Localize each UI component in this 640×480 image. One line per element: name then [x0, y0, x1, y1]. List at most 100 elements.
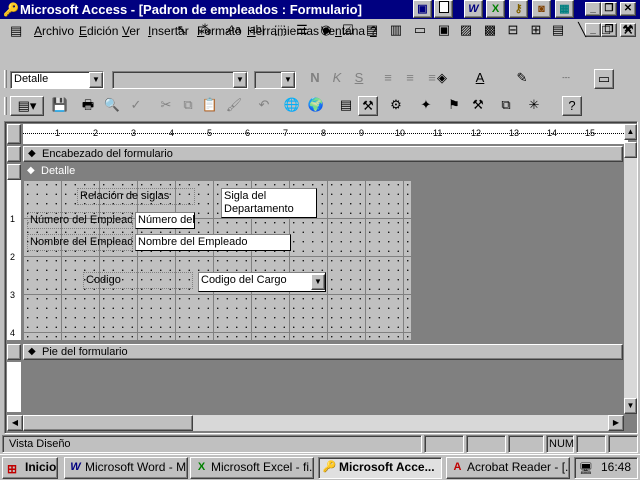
save-icon[interactable]: 💾 — [50, 96, 70, 116]
rectangle-tool-icon[interactable]: □ — [596, 21, 616, 41]
spelling-icon[interactable]: ✓ — [126, 96, 146, 116]
size-combo[interactable]: ▼ — [254, 71, 296, 89]
italic-icon[interactable]: K — [327, 69, 347, 89]
detail-selector[interactable] — [7, 164, 21, 180]
menu-archivo[interactable]: Archivo — [34, 24, 74, 38]
header-selector[interactable] — [7, 146, 21, 162]
relacion-label[interactable]: Relación de siglas — [77, 188, 195, 205]
menu-edicion[interactable]: Edición — [79, 24, 118, 38]
new-object-icon[interactable]: ✳ — [524, 96, 544, 116]
clock[interactable]: 16:48 — [601, 460, 631, 474]
select-objects-icon[interactable]: ↖ — [172, 21, 192, 41]
form-header-section[interactable]: ◆ Encabezado del formulario — [23, 146, 623, 162]
excel-shortcut-icon[interactable]: X — [486, 0, 505, 18]
binder-shortcut-icon[interactable]: ◙ — [532, 0, 551, 18]
build-icon[interactable]: ⚒ — [468, 96, 488, 116]
line-color-icon[interactable]: ✎ — [512, 69, 532, 89]
scroll-right-button[interactable]: ▶ — [608, 415, 624, 431]
task-acrobat[interactable]: A Acrobat Reader - [... — [446, 457, 570, 479]
align-left-icon[interactable]: ≡ — [378, 69, 398, 89]
footer-selector[interactable] — [7, 344, 21, 360]
access-shortcut-icon[interactable]: ⚷ — [509, 0, 528, 18]
word-shortcut-icon[interactable]: W — [464, 0, 483, 18]
app-minimize-button[interactable]: _ — [585, 2, 601, 16]
sigla-departamento-field[interactable]: Sigla del Departamento — [221, 188, 317, 218]
checkbox-tool-icon[interactable]: ☑ — [338, 21, 358, 41]
app-close-button[interactable]: ✕ — [620, 2, 636, 16]
toggle-button-icon[interactable]: ☰ — [292, 21, 312, 41]
task-access[interactable]: 🔑 Microsoft Acce... — [318, 457, 442, 479]
object-combo[interactable]: Detalle ▼ — [10, 71, 104, 89]
page-break-icon[interactable]: ⊟ — [503, 21, 523, 41]
detail-grid[interactable]: Relación de siglas Sigla del Departament… — [23, 180, 411, 340]
tab-control-icon[interactable]: ⊞ — [526, 21, 546, 41]
bound-object-icon[interactable]: ▩ — [480, 21, 500, 41]
textbox-tool-icon[interactable]: ab| — [247, 21, 267, 41]
schedule-shortcut-icon[interactable]: ▦ — [555, 0, 574, 18]
start-button[interactable]: ⊞ Inicio — [2, 457, 58, 479]
command-button-icon[interactable]: ▭ — [410, 21, 430, 41]
field-list-icon[interactable]: ▤ — [336, 96, 356, 116]
option-group-icon[interactable]: ⬚ — [270, 21, 290, 41]
undo-icon[interactable]: ↶ — [254, 96, 274, 116]
line-tool-icon[interactable]: ╲ — [572, 21, 592, 41]
toolbox-icon[interactable]: ⚒ — [358, 96, 378, 116]
font-combo[interactable]: ▼ — [112, 71, 248, 89]
format-painter-icon[interactable]: 🖌 — [224, 96, 244, 116]
title-bar[interactable]: 🔑 Microsoft Access - [Padron de empleado… — [0, 0, 640, 19]
detail-section[interactable]: ◆ Detalle — [23, 164, 623, 180]
scroll-down-button[interactable]: ▼ — [624, 398, 637, 414]
print-icon[interactable]: 🖶 — [78, 96, 98, 116]
subform-icon[interactable]: ▤ — [548, 21, 568, 41]
scroll-thumb[interactable] — [624, 142, 637, 158]
chevron-down-icon[interactable]: ▼ — [233, 72, 247, 88]
numero-empleado-field[interactable]: Número del — [135, 212, 195, 229]
scroll-left-button[interactable]: ◀ — [7, 415, 23, 431]
toolbar-grip[interactable] — [4, 70, 7, 88]
nombre-empleado-field[interactable]: Nombre del Empleado — [135, 234, 291, 251]
insert-hyperlink-icon[interactable]: 🌐 — [282, 96, 302, 116]
task-word[interactable]: W Microsoft Word - M... — [64, 457, 188, 479]
fill-color-icon[interactable]: ◈ — [432, 69, 452, 89]
office-bar-icon-2[interactable] — [434, 0, 453, 18]
task-excel[interactable]: X Microsoft Excel - fi... — [190, 457, 314, 479]
menu-ver[interactable]: Ver — [122, 24, 140, 38]
numero-empleado-label[interactable]: Número del Empleado — [27, 212, 133, 229]
combobox-tool-icon[interactable]: ▤ — [362, 21, 382, 41]
codigo-label[interactable]: Codigo — [83, 272, 193, 289]
view-button[interactable]: ▤▾ — [10, 96, 44, 116]
font-color-icon[interactable]: A — [470, 69, 490, 89]
toolbar-grip[interactable] — [4, 97, 7, 115]
help-icon[interactable]: ? — [562, 96, 582, 116]
app-restore-button[interactable]: ❐ — [601, 2, 617, 16]
more-controls-icon[interactable]: ⚒ — [618, 21, 638, 41]
print-preview-icon[interactable]: 🔍 — [102, 96, 122, 116]
scroll-up-button[interactable]: ▲ — [624, 124, 637, 140]
bold-icon[interactable]: N — [305, 69, 325, 89]
copy-icon[interactable]: ⧉ — [178, 96, 198, 116]
paste-icon[interactable]: 📋 — [200, 96, 220, 116]
line-width-icon[interactable]: ┄ — [556, 69, 576, 89]
special-effect-icon[interactable]: ▭ — [594, 69, 614, 89]
chevron-down-icon[interactable]: ▼ — [89, 72, 103, 88]
label-tool-icon[interactable]: Aa — [224, 21, 244, 41]
code-icon[interactable]: ✦ — [416, 96, 436, 116]
image-tool-icon[interactable]: ▣ — [434, 21, 454, 41]
codigo-cargo-combo[interactable]: Codigo del Cargo ▼ — [198, 272, 326, 292]
nombre-empleado-label[interactable]: Nombre del Empleado — [27, 234, 133, 251]
form-window-icon[interactable]: ▤ — [10, 23, 26, 39]
properties-icon[interactable]: ⚑ — [444, 96, 464, 116]
option-button-icon[interactable]: ◉ — [316, 21, 336, 41]
vertical-scrollbar[interactable] — [624, 142, 637, 398]
cut-icon[interactable]: ✂ — [156, 96, 176, 116]
control-wizards-icon[interactable]: ⁂ — [195, 21, 215, 41]
form-footer-section[interactable]: ◆ Pie del formulario — [23, 344, 623, 360]
chevron-down-icon[interactable]: ▼ — [281, 72, 295, 88]
underline-icon[interactable]: S — [349, 69, 369, 89]
align-center-icon[interactable]: ≡ — [400, 69, 420, 89]
tray-monitor-icon[interactable]: 🖥 — [579, 460, 593, 478]
chevron-down-icon[interactable]: ▼ — [311, 274, 325, 290]
horizontal-scrollbar[interactable]: ◀ ▶ — [7, 415, 624, 431]
unbound-object-icon[interactable]: ▨ — [456, 21, 476, 41]
listbox-tool-icon[interactable]: ▥ — [386, 21, 406, 41]
